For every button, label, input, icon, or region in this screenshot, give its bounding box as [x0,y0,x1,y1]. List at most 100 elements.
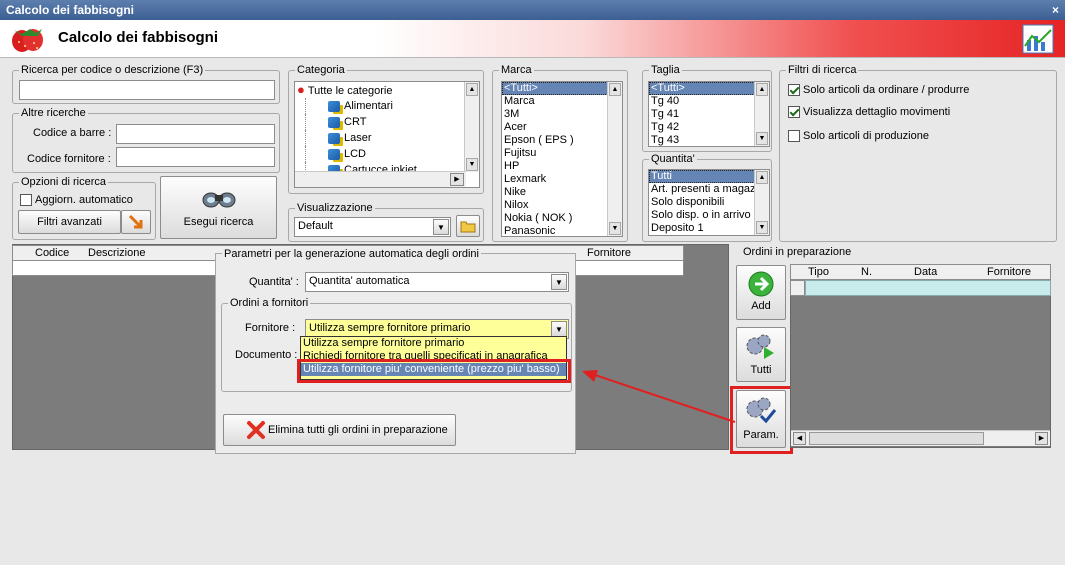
categoria-hscroll[interactable]: ▶ [295,171,466,187]
chevron-down-icon: ▼ [551,274,567,290]
filtri-arrow-button[interactable] [121,210,151,234]
list-item[interactable]: HP [502,160,622,173]
tree-item-label: LCD [344,148,367,160]
list-item[interactable]: Tg 42 [649,121,769,134]
codice-barre-input[interactable] [116,124,275,144]
altre-ricerche-group: Altre ricerche Codice a barre : Codice f… [12,107,280,173]
filtro-checkbox[interactable] [788,106,800,118]
list-item[interactable]: Solo disp. o in arrivo [649,209,769,222]
quantita-label: Quantita' : [249,276,299,288]
strawberry-icon: ● [297,82,305,97]
ordini-hscroll[interactable]: ◀ ▶ [791,430,1050,446]
folder-button[interactable] [456,215,480,237]
arrow-icon [128,214,143,229]
filtro-label: Solo articoli da ordinare / produrre [803,84,970,96]
column-header[interactable]: Tipo [808,266,829,278]
tree-item-label: Tutte le categorie [307,85,393,97]
category-icon [328,148,340,160]
tree-item-label: CRT [344,116,367,128]
quantita-value: Quantita' automatica [309,275,410,287]
filtro-label: Visualizza dettaglio movimenti [803,106,951,118]
filtro-label: Solo articoli di produzione [803,130,929,142]
column-header[interactable]: Codice [35,247,69,259]
tree-item[interactable]: Laser [305,130,479,146]
taglia-title: Taglia [649,64,682,76]
documento-label: Documento : [235,349,298,361]
window-titlebar: Calcolo dei fabbisogni [0,0,1065,20]
esegui-ricerca-button[interactable]: Esegui ricerca [160,176,277,239]
list-item[interactable]: Fujitsu [502,147,622,160]
highlight-box [297,359,571,383]
fornitore-value: Utilizza sempre fornitore primario [309,322,471,334]
marca-title: Marca [499,64,534,76]
visualizzazione-select[interactable]: Default ▼ [294,217,451,237]
list-item[interactable]: Nilox [502,199,622,212]
search-input[interactable] [19,80,275,100]
list-item[interactable]: Marca [502,95,622,108]
list-item[interactable]: Tg 41 [649,108,769,121]
ordini-title: Ordini in preparazione [741,246,854,258]
list-item[interactable]: Tutti [649,170,769,183]
list-item[interactable]: Nokia ( NOK ) [502,212,622,225]
list-item[interactable]: Epson ( EPS ) [502,134,622,147]
filtro-checkbox[interactable] [788,130,800,142]
list-item[interactable]: Art. presenti a magazzino [649,183,769,196]
list-item[interactable]: <Tutti> [649,82,769,95]
categoria-vscroll[interactable]: ▲ ▼ [464,82,479,172]
quantita-filter-list[interactable]: Tutti Art. presenti a magazzino Solo dis… [648,169,770,236]
tree-item[interactable]: CRT [305,114,479,130]
filtri-group: Filtri di ricerca Solo articoli da ordin… [779,64,1057,242]
taglia-vscroll[interactable]: ▲ ▼ [754,82,769,146]
column-header[interactable]: Descrizione [88,247,145,259]
aggiorn-checkbox[interactable] [20,194,32,206]
list-item[interactable]: 3M [502,108,622,121]
tree-item-label: Alimentari [344,100,393,112]
chevron-down-icon: ▼ [551,321,567,337]
tree-item[interactable]: LCD [305,146,479,162]
search-group: Ricerca per codice o descrizione (F3) [12,64,280,104]
strawberry-icon [12,29,43,52]
quantita-select[interactable]: Quantita' automatica ▼ [305,272,569,292]
codice-fornitore-label: Codice fornitore : [27,153,111,165]
column-header[interactable]: Data [914,266,937,278]
list-item[interactable]: Solo disponibili [649,196,769,209]
filtro-checkbox[interactable] [788,84,800,96]
list-item[interactable]: Nike [502,186,622,199]
aggiorn-label: Aggiorn. automatico [35,194,133,206]
ordini-fornitori-title: Ordini a fornitori [228,297,311,309]
visualizzazione-title: Visualizzazione [295,202,375,214]
table-row[interactable] [805,280,1051,296]
list-item[interactable]: Deposito 1 [649,222,769,235]
list-item[interactable]: <Tutti> [502,82,622,95]
filtri-avanzati-button[interactable]: Filtri avanzati [18,210,121,234]
elimina-ordini-button[interactable]: Elimina tutti gli ordini in preparazione [223,414,456,446]
list-item[interactable]: Tg 43 [649,134,769,146]
marca-list[interactable]: <Tutti> Marca 3M Acer Epson ( EPS ) Fuji… [501,81,623,237]
column-header[interactable]: Fornitore [987,266,1031,278]
codice-barre-label: Codice a barre : [33,127,112,139]
opzioni-group: Opzioni di ricerca Aggiorn. automatico F… [12,176,156,240]
list-item[interactable]: Lexmark [502,173,622,186]
delete-x-icon [247,421,265,439]
column-header[interactable]: N. [861,266,872,278]
close-icon[interactable]: × [1052,3,1059,17]
quantita-filter-vscroll[interactable]: ▲ ▼ [754,170,769,235]
quantita-filter-title: Quantita' [649,153,697,165]
categoria-tree[interactable]: ● Tutte le categorie Alimentari CRT Laser… [294,81,480,188]
list-item[interactable]: Acer [502,121,622,134]
search-group-title: Ricerca per codice o descrizione (F3) [19,64,206,76]
tree-item[interactable]: ● Tutte le categorie [295,82,479,98]
category-icon [328,132,340,144]
altre-ricerche-title: Altre ricerche [19,107,88,119]
codice-fornitore-input[interactable] [116,147,275,167]
tree-item[interactable]: Alimentari [305,98,479,114]
row-selector[interactable] [790,280,805,296]
taglia-list[interactable]: <Tutti> Tg 40 Tg 41 Tg 42 Tg 43 ▲ ▼ [648,81,770,147]
column-header[interactable]: Fornitore [587,247,631,259]
dropdown-option[interactable]: Utilizza sempre fornitore primario [301,337,566,350]
binoculars-icon [202,192,235,208]
marca-vscroll[interactable]: ▲ ▼ [607,82,622,236]
list-item[interactable]: Panasonic [502,225,622,236]
list-item[interactable]: Tg 40 [649,95,769,108]
chart-icon [1022,24,1054,54]
